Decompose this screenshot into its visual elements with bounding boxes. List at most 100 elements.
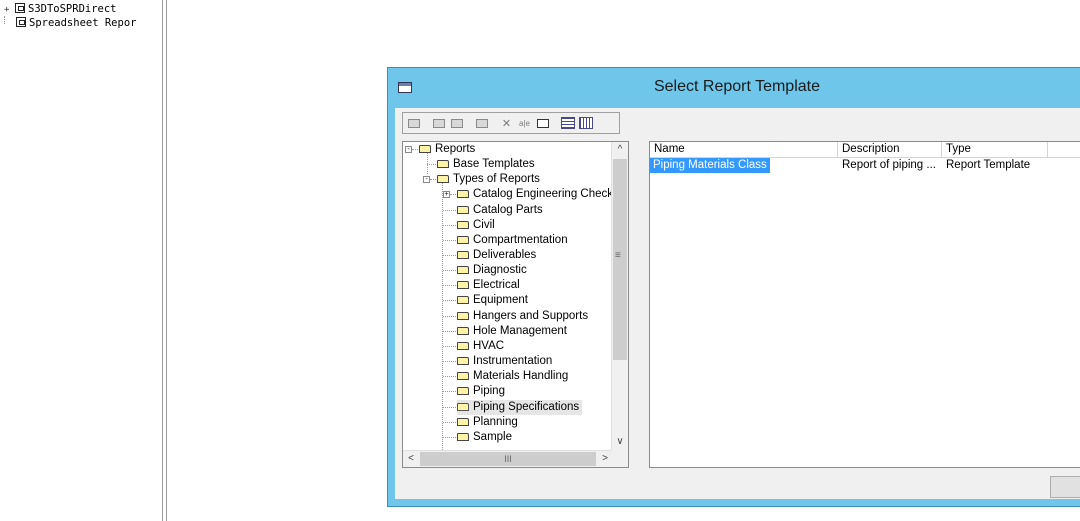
toolbar-separator	[552, 115, 558, 131]
tree-connector	[443, 316, 456, 317]
tree-connector	[443, 270, 456, 271]
dialog-title: Select Report Template	[653, 78, 820, 95]
scroll-down-icon[interactable]: ∨	[612, 434, 628, 450]
tree-node-planning[interactable]: Planning	[457, 415, 518, 430]
tree-node-hvac[interactable]: HVAC	[457, 339, 504, 354]
collapse-icon[interactable]: -	[405, 146, 412, 153]
tree-connector	[443, 285, 456, 286]
tree-connector	[443, 240, 456, 241]
tree-node-catalog-engineering-checks[interactable]: Catalog Engineering Checks	[457, 187, 613, 202]
collapse-icon[interactable]: -	[423, 176, 430, 183]
folder-icon	[437, 160, 449, 168]
tree-connector	[443, 437, 456, 438]
tree-node-label: Types of Reports	[453, 173, 540, 185]
splitter-line[interactable]	[162, 0, 163, 521]
tree-node-electrical[interactable]: Electrical	[457, 278, 520, 293]
scroll-left-icon[interactable]: <	[403, 451, 419, 467]
tree-node-reports[interactable]: Reports	[419, 142, 475, 157]
tree-connector	[443, 331, 456, 332]
template-tree-pane[interactable]: - Reports Base Templates - Types of Repo…	[402, 141, 629, 468]
title-bar[interactable]: Select Report Template	[388, 68, 1080, 108]
tree-node-instrumentation[interactable]: Instrumentation	[457, 354, 552, 369]
tree-item-spreadsheet-report[interactable]: Spreadsheet Repor	[4, 16, 136, 30]
list-view-icon[interactable]	[559, 115, 576, 131]
column-header-description[interactable]: Description	[838, 142, 942, 157]
tree-connector	[4, 16, 14, 24]
scrollbar-corner	[611, 450, 628, 467]
open-folder-icon	[457, 403, 469, 411]
tree-node-diagnostic[interactable]: Diagnostic	[457, 263, 527, 278]
grip-icon: ≡	[615, 250, 621, 261]
tree-item-label: S3DToSPRDirect	[28, 3, 117, 15]
tree-node-hole-management[interactable]: Hole Management	[457, 324, 567, 339]
folder-icon	[457, 206, 469, 214]
column-header-type[interactable]: Type	[942, 142, 1048, 157]
tree-node-label: Hangers and Supports	[473, 310, 589, 322]
scroll-up-icon[interactable]: ^	[612, 142, 628, 158]
expand-icon[interactable]: +	[443, 191, 450, 198]
column-header-name[interactable]: Name	[650, 142, 838, 157]
template-tree[interactable]: - Reports Base Templates - Types of Repo…	[403, 142, 613, 450]
list-row[interactable]: Piping Materials Class Report of piping …	[650, 158, 1080, 173]
ok-button[interactable]	[1050, 476, 1080, 498]
folder-icon	[457, 236, 469, 244]
tree-node-civil[interactable]: Civil	[457, 218, 495, 233]
up-folder-icon[interactable]	[405, 115, 422, 131]
folder-icon	[437, 175, 449, 183]
tree-connector	[443, 346, 456, 347]
details-icon[interactable]	[534, 115, 551, 131]
tree-vertical-scrollbar[interactable]: ^ ≡ ∨	[611, 142, 628, 450]
folder-icon	[457, 266, 469, 274]
tree-connector	[443, 361, 456, 362]
folder-icon	[457, 281, 469, 289]
tree-connector	[443, 391, 456, 392]
tree-node-label: Diagnostic	[473, 264, 527, 276]
tree-node-deliverables[interactable]: Deliverables	[457, 248, 536, 263]
list-cell-type: Report Template	[946, 159, 1031, 171]
toolbar: ✕ a|e	[402, 112, 620, 134]
properties-icon[interactable]	[473, 115, 490, 131]
tree-node-materials-handling[interactable]: Materials Handling	[457, 369, 568, 384]
list-header: Name Description Type	[650, 142, 1080, 158]
tree-connector	[443, 255, 456, 256]
select-report-template-dialog: Select Report Template ✕ a|e - Reports B…	[387, 67, 1080, 507]
folder-icon	[457, 251, 469, 259]
tree-connector	[443, 210, 456, 211]
rename-icon[interactable]: a|e	[516, 115, 533, 131]
tree-node-piping-specifications[interactable]: Piping Specifications	[457, 400, 583, 415]
tree-node-label: Hole Management	[473, 325, 567, 337]
tree-item-s3dtosprdirect[interactable]: + S3DToSPRDirect	[4, 2, 117, 16]
folder-icon	[457, 312, 469, 320]
tree-node-label: Reports	[435, 143, 476, 155]
list-cell-name[interactable]: Piping Materials Class	[650, 158, 770, 173]
tree-node-types-of-reports[interactable]: Types of Reports	[437, 172, 540, 187]
tree-node-hangers-and-supports[interactable]: Hangers and Supports	[457, 309, 588, 324]
tree-connector	[412, 149, 418, 150]
new-item-icon[interactable]	[448, 115, 465, 131]
tree-node-label: Base Templates	[453, 158, 535, 170]
tree-connector	[450, 194, 456, 195]
detail-view-icon[interactable]	[577, 115, 594, 131]
scroll-thumb[interactable]: III	[420, 452, 596, 466]
delete-icon[interactable]: ✕	[498, 115, 515, 131]
splitter-line	[166, 0, 167, 521]
expand-icon[interactable]: +	[4, 3, 13, 17]
tree-node-compartmentation[interactable]: Compartmentation	[457, 233, 568, 248]
tree-node-label: Piping	[473, 385, 505, 397]
tree-node-label: Instrumentation	[473, 355, 553, 367]
template-list-pane[interactable]: Name Description Type Piping Materials C…	[649, 141, 1080, 468]
tree-node-label: HVAC	[473, 340, 505, 352]
tree-connector	[443, 376, 456, 377]
folder-icon	[457, 342, 469, 350]
tree-horizontal-scrollbar[interactable]: < III >	[403, 450, 613, 467]
tree-node-label: Planning	[473, 416, 518, 428]
folder-icon	[457, 357, 469, 365]
tree-node-equipment[interactable]: Equipment	[457, 293, 528, 308]
new-folder-icon[interactable]	[430, 115, 447, 131]
tree-node-piping[interactable]: Piping	[457, 384, 505, 399]
folder-icon	[457, 433, 469, 441]
tree-connector	[443, 225, 456, 226]
tree-node-sample[interactable]: Sample	[457, 430, 512, 445]
tree-node-catalog-parts[interactable]: Catalog Parts	[457, 203, 543, 218]
tree-node-base-templates[interactable]: Base Templates	[437, 157, 535, 172]
